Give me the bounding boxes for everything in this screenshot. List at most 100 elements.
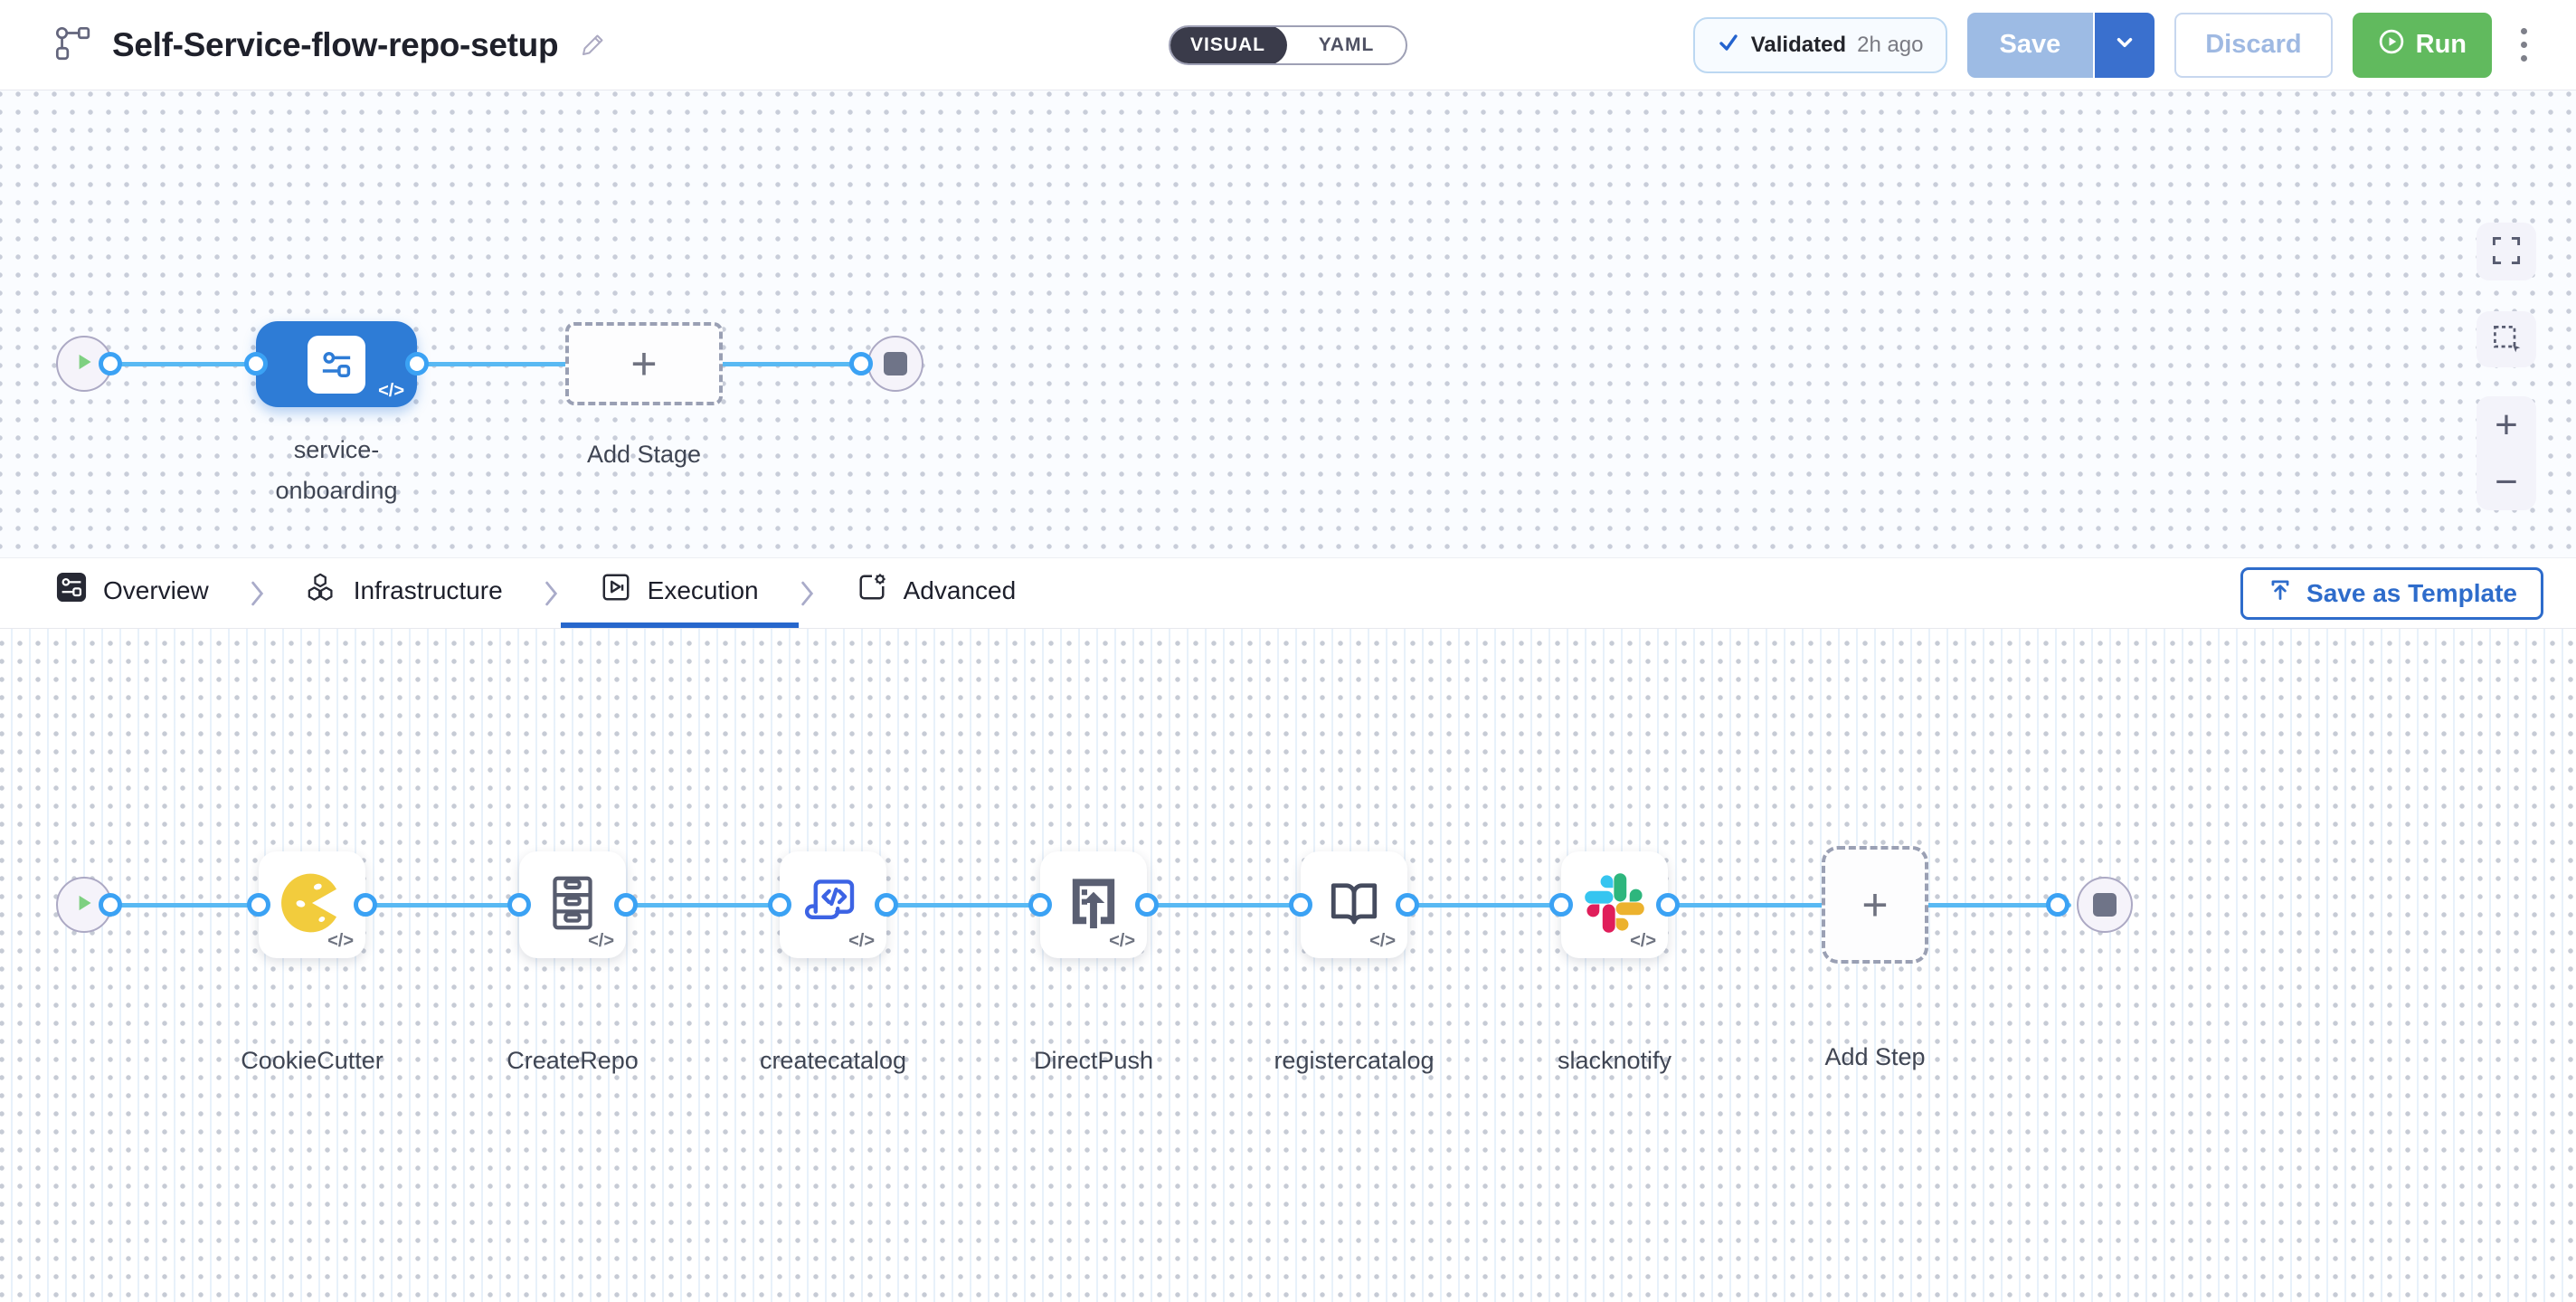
code-badge: </> [1109,931,1135,952]
step-label: DirectPush [985,1041,1202,1081]
connector-port [247,893,270,917]
connector-port [1028,893,1052,917]
tab-overview[interactable]: Overview [16,558,249,628]
directpush-icon [1062,871,1125,939]
stage-label: service-onboarding [246,430,427,510]
chevron-separator-icon [799,581,817,606]
stop-square-icon [884,352,907,375]
run-label: Run [2416,30,2467,60]
page-title: Self-Service-flow-repo-setup [112,26,558,64]
overview-icon [56,572,87,609]
save-dropdown-button[interactable] [2095,13,2155,78]
execution-icon [601,572,631,609]
step-label: registercatalog [1245,1041,1463,1081]
step-node-createcatalog[interactable]: </> [780,851,886,958]
connector-port [614,893,638,917]
visual-yaml-toggle: VISUAL YAML [1169,25,1407,65]
stage-tab-bar: Overview Infrastructure Execution [0,558,2576,629]
execution-end-node [2077,877,2133,933]
step-node-cookiecutter[interactable]: </> [259,851,365,958]
step-node-createrepo[interactable]: </> [519,851,626,958]
fullscreen-icon [2491,235,2522,269]
connector-port [1289,893,1312,917]
code-badge: </> [588,931,614,952]
plus-icon: + [630,341,657,386]
zoom-control-group: + − [2477,396,2536,510]
connector-port [99,352,122,375]
step-node-registercatalog[interactable]: </> [1301,851,1407,958]
validated-label: Validated [1751,33,1846,58]
toggle-yaml[interactable]: YAML [1287,25,1406,65]
selection-box-icon [2490,322,2523,357]
stage-end-node [867,336,923,392]
infrastructure-icon [307,572,337,609]
save-as-template-label: Save as Template [2306,579,2517,608]
connector-port [849,352,873,375]
tab-advanced[interactable]: Advanced [817,558,1056,628]
save-split-button: Save [1967,13,2155,78]
step-label: slacknotify [1506,1041,1723,1081]
connector-port [768,893,791,917]
tab-execution[interactable]: Execution [561,558,799,628]
save-button[interactable]: Save [1967,13,2096,78]
step-node-slacknotify[interactable]: </> [1561,851,1668,958]
connector-port [1549,893,1573,917]
stage-connector-line [110,362,861,366]
code-badge: </> [327,931,354,952]
fit-to-screen-button[interactable] [2477,223,2536,280]
slack-icon [1585,873,1644,937]
connector-port [507,893,531,917]
step-node-directpush[interactable]: </> [1040,851,1147,958]
top-header: Self-Service-flow-repo-setup VISUAL YAML… [0,0,2576,90]
connector-port [875,893,898,917]
run-button[interactable]: Run [2353,13,2492,78]
step-label: createcatalog [724,1041,942,1081]
marquee-select-button[interactable] [2477,311,2536,367]
toggle-visual[interactable]: VISUAL [1169,25,1287,65]
connector-port [244,352,268,375]
execution-canvas[interactable]: </> </> </> [0,629,2576,1302]
pipeline-icon [51,24,92,66]
code-badge: </> [1369,931,1396,952]
edit-pencil-icon[interactable] [578,31,607,60]
stage-node-service-onboarding[interactable]: </> [256,321,417,407]
connector-port [1135,893,1159,917]
start-play-icon [72,891,96,919]
plus-icon: + [1861,882,1888,927]
chevron-separator-icon [543,581,561,606]
tab-label: Infrastructure [354,576,503,605]
connector-port [405,352,429,375]
connector-port [354,893,377,917]
save-as-template-button[interactable]: Save as Template [2240,567,2543,620]
tab-label: Execution [648,576,759,605]
add-stage-button[interactable]: + [565,322,723,405]
add-step-button[interactable]: + [1822,846,1928,964]
connector-port [1396,893,1419,917]
stage-canvas[interactable]: </> + service-onboarding Add Stage + − [0,90,2576,558]
chevron-separator-icon [249,581,267,606]
code-badge: </> [378,381,404,402]
connector-port [1656,893,1680,917]
discard-button[interactable]: Discard [2174,13,2332,78]
custom-stage-icon [308,336,365,394]
add-stage-label: Add Stage [567,434,721,475]
advanced-icon [857,572,887,609]
connector-port [99,893,122,917]
tab-label: Overview [103,576,209,605]
chevron-down-icon [2113,31,2136,59]
zoom-in-button[interactable]: + [2477,396,2536,453]
createcatalog-icon [801,871,865,939]
cookiecutter-icon [279,870,345,940]
more-options-button[interactable] [2512,21,2536,69]
code-badge: </> [1630,931,1656,952]
validated-badge[interactable]: Validated 2h ago [1693,17,1947,73]
validated-time: 2h ago [1857,33,1923,58]
stop-square-icon [2093,893,2117,917]
code-badge: </> [848,931,875,952]
tab-infrastructure[interactable]: Infrastructure [267,558,543,628]
upload-icon [2267,576,2294,610]
start-play-icon [72,350,96,378]
zoom-out-button[interactable]: − [2477,453,2536,510]
createrepo-icon [542,872,603,938]
registercatalog-icon [1322,871,1386,939]
